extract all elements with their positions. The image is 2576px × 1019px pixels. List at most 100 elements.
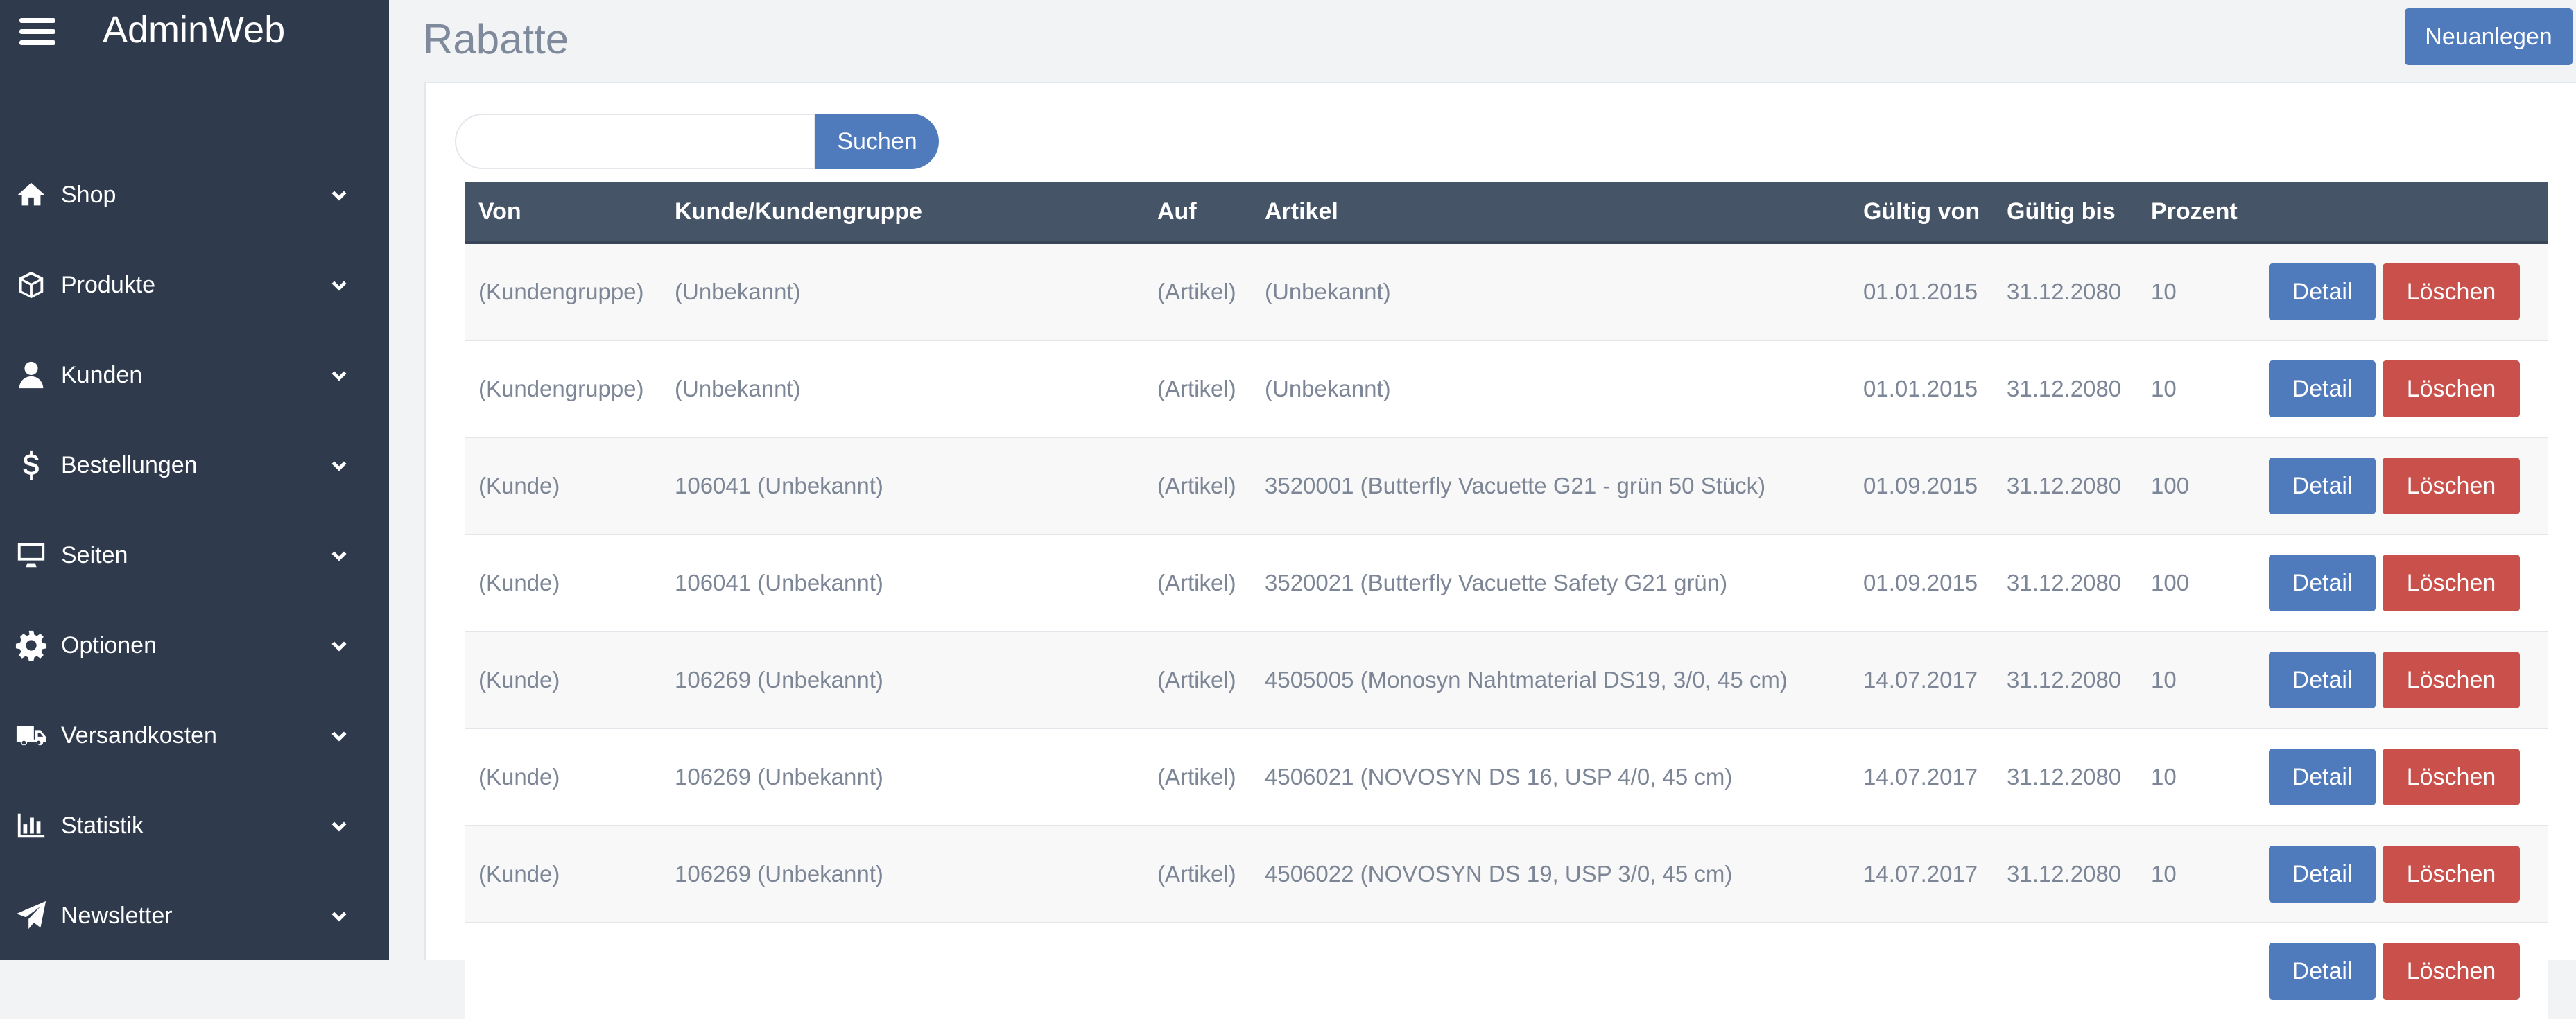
delete-button[interactable]: Löschen [2383,749,2520,805]
table-cell: 3520021 (Butterfly Vacuette Safety G21 g… [1251,534,1849,632]
sidebar-item-produkte[interactable]: Produkte [0,240,389,330]
table-cell: 10 [2137,825,2255,923]
sidebar-item-shop[interactable]: Shop [0,150,389,240]
sidebar-item-seiten[interactable]: Seiten [0,510,389,600]
table-cell: (Artikel) [1143,534,1251,632]
table-cell: (Unbekannt) [661,242,1143,340]
row-actions: Detail Löschen [2255,922,2548,1019]
menu-toggle-icon[interactable] [19,18,55,46]
column-header: Gültig von [1849,182,1993,244]
table-cell: 4506022 (NOVOSYN DS 19, USP 3/0, 45 cm) [1251,825,1849,923]
sidebar-item-label: Shop [61,181,116,208]
table-cell: (Unbekannt) [661,340,1143,437]
table-header: Von Kunde/Kundengruppe Auf Artikel Gülti… [465,182,2548,244]
delete-button[interactable]: Löschen [2383,263,2520,320]
sidebar-item-label: Optionen [61,632,157,659]
table-cell: (Kunde) [465,728,661,826]
table-cell [1849,922,1993,1019]
table-cell: (Kunde) [465,825,661,923]
monitor-icon [15,539,47,571]
table-cell: 106269 (Unbekannt) [661,728,1143,826]
table-cell: (Unbekannt) [1251,242,1849,340]
sidebar-item-label: Newsletter [61,902,173,929]
chevron-down-icon [329,545,349,566]
table-cell: 01.09.2015 [1849,437,1993,534]
detail-button[interactable]: Detail [2269,263,2376,320]
table-row: (Kunde) 106269 (Unbekannt) (Artikel) 450500… [465,631,2548,729]
table-cell: (Kundengruppe) [465,340,661,437]
chevron-down-icon [329,725,349,746]
new-button[interactable]: Neuanlegen [2405,8,2573,65]
delete-button[interactable]: Löschen [2383,360,2520,417]
truck-icon [15,720,47,751]
sidebar-item-newsletter[interactable]: Newsletter [0,871,389,961]
delete-button[interactable]: Löschen [2383,846,2520,903]
table-cell: 01.09.2015 [1849,534,1993,632]
sidebar: AdminWeb Shop Produkte Kunden Bestellung… [0,0,389,960]
table-cell: 106041 (Unbekannt) [661,437,1143,534]
table-cell [465,922,661,1019]
search-input[interactable] [455,114,815,169]
bar-chart-icon [15,810,47,842]
sidebar-item-label: Seiten [61,541,128,568]
user-icon [15,359,47,391]
table-cell: 4505005 (Monosyn Nahtmaterial DS19, 3/0,… [1251,631,1849,729]
chevron-down-icon [329,635,349,656]
table-cell: 01.01.2015 [1849,340,1993,437]
table-cell: 10 [2137,728,2255,826]
detail-button[interactable]: Detail [2269,360,2376,417]
column-header: Auf [1143,182,1251,244]
sidebar-item-versandkosten[interactable]: Versandkosten [0,690,389,781]
detail-button[interactable]: Detail [2269,943,2376,1000]
table-cell: 31.12.2080 [1993,437,2137,534]
delete-button[interactable]: Löschen [2383,652,2520,708]
table-cell: 106269 (Unbekannt) [661,631,1143,729]
table-row: (Kunde) 106269 (Unbekannt) (Artikel) 450602… [465,825,2548,923]
detail-button[interactable]: Detail [2269,458,2376,514]
table-row: (Kundengruppe) (Unbekannt) (Artikel) (Unbek… [465,340,2548,437]
table-cell: 10 [2137,242,2255,340]
table-cell: 106041 (Unbekannt) [661,534,1143,632]
table-cell: 31.12.2080 [1993,728,2137,826]
chevron-down-icon [329,905,349,926]
sidebar-item-label: Bestellungen [61,451,198,478]
sidebar-item-optionen[interactable]: Optionen [0,600,389,690]
sidebar-item-kunden[interactable]: Kunden [0,330,389,420]
table-cell [1251,922,1849,1019]
paper-plane-icon [15,900,47,932]
detail-button[interactable]: Detail [2269,555,2376,611]
detail-button[interactable]: Detail [2269,749,2376,805]
table-cell: 10 [2137,631,2255,729]
column-header: Gültig bis [1993,182,2137,244]
dollar-icon [15,449,47,481]
table-row: (Kundengruppe) (Unbekannt) (Artikel) (Unbek… [465,242,2548,340]
table-cell [1993,922,2137,1019]
table-cell: 106269 (Unbekannt) [661,825,1143,923]
table-cell: (Unbekannt) [1251,340,1849,437]
table-cell: 100 [2137,437,2255,534]
search-button[interactable]: Suchen [815,114,939,169]
table-cell: 31.12.2080 [1993,825,2137,923]
delete-button[interactable]: Löschen [2383,458,2520,514]
box-icon [15,269,47,301]
delete-button[interactable]: Löschen [2383,555,2520,611]
sidebar-item-label: Kunden [61,361,143,388]
delete-button[interactable]: Löschen [2383,943,2520,1000]
table-cell: (Artikel) [1143,242,1251,340]
sidebar-item-statistik[interactable]: Statistik [0,781,389,871]
table-cell: (Artikel) [1143,437,1251,534]
table-cell [1143,922,1251,1019]
detail-button[interactable]: Detail [2269,652,2376,708]
row-actions: Detail Löschen [2255,728,2548,826]
table-cell: (Kunde) [465,631,661,729]
table-cell: (Kundengruppe) [465,242,661,340]
table-cell: 10 [2137,340,2255,437]
table-cell: (Artikel) [1143,728,1251,826]
column-header: Prozent [2137,182,2255,244]
sidebar-item-bestellungen[interactable]: Bestellungen [0,420,389,510]
table-cell: 31.12.2080 [1993,340,2137,437]
chevron-down-icon [329,275,349,295]
detail-button[interactable]: Detail [2269,846,2376,903]
table-cell: 31.12.2080 [1993,534,2137,632]
table-cell: 4506021 (NOVOSYN DS 16, USP 4/0, 45 cm) [1251,728,1849,826]
